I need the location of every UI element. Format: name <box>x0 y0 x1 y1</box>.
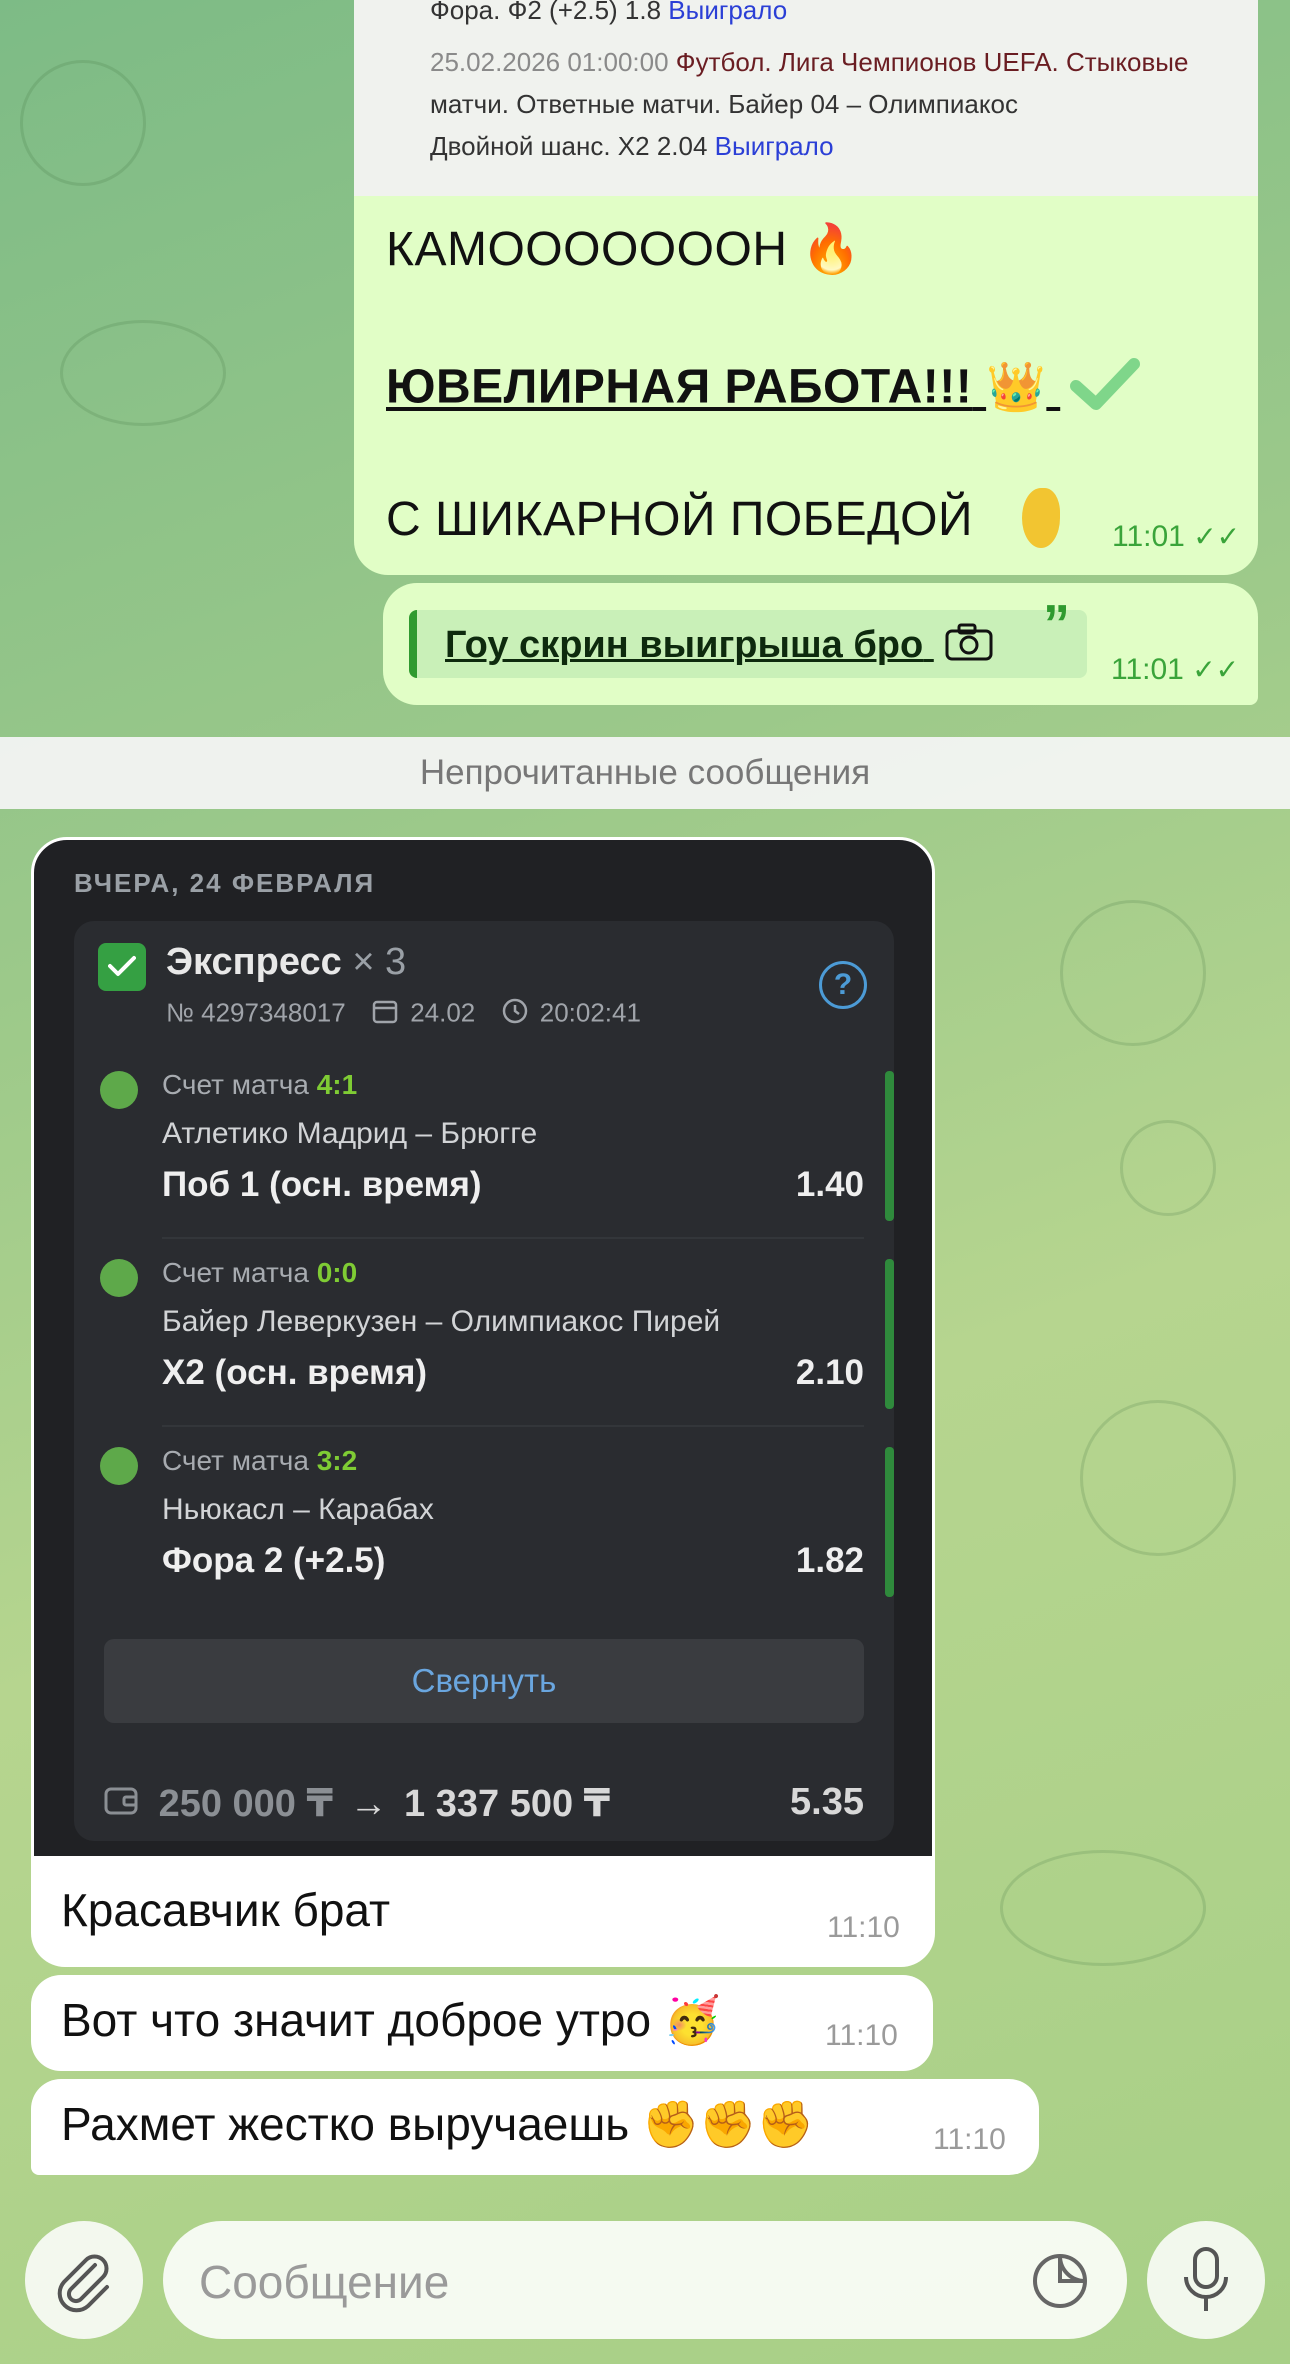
message-line-3: С ШИКАРНОЙ ПОБЕДОЙ <box>386 493 974 546</box>
football-icon <box>100 1071 138 1109</box>
message-line-2[interactable]: ЮВЕЛИРНАЯ РАБОТА!!! 👑 <box>386 356 1141 424</box>
wallpaper-doodle <box>1080 1400 1236 1556</box>
leg-pick: Поб 1 (осн. время) <box>162 1165 482 1204</box>
microphone-icon <box>1181 2245 1231 2320</box>
leg-score: 4:1 <box>316 1069 358 1100</box>
leg-odd: 1.82 <box>795 1541 864 1580</box>
bet-leg: Счет матча 3:2 Ньюкасл – Карабах Фора 2 … <box>74 1427 894 1615</box>
bet-status: Выиграло <box>668 0 788 25</box>
message-line-2-text: ЮВЕЛИРНАЯ РАБОТА!!! <box>386 360 973 414</box>
incoming-message-bubble[interactable]: Красавчик брат 11:10 <box>31 1859 935 1967</box>
leg-teams: Атлетико Мадрид – Брюгге <box>162 1117 538 1150</box>
wallpaper-doodle <box>1000 1850 1206 1966</box>
bet-pick: Фора. Ф2 (+2.5) 1.8 <box>430 0 662 25</box>
message-text: Рахмет жестко выручаешь ✊✊✊ <box>61 2098 814 2150</box>
express-bet-panel: Экспресс × 3 № 4297348017 24.02 20:02:41… <box>74 921 894 1841</box>
clock-icon <box>501 997 529 1032</box>
bet-time: 20:02:41 <box>539 997 641 1028</box>
bet-line-1: Фора. Ф2 (+2.5) 1.8 Выиграло <box>430 0 787 30</box>
payout-amount: 1 337 500 ₸ <box>404 1783 611 1825</box>
win-indicator-bar <box>885 1259 894 1409</box>
stake-amount: 250 000 ₸ <box>158 1783 333 1825</box>
checkmark-icon <box>1070 356 1141 424</box>
emoji-sticker <box>1022 488 1060 548</box>
help-icon[interactable]: ? <box>819 961 867 1009</box>
collapse-button[interactable]: Свернуть <box>104 1639 864 1723</box>
bet-meta: № 4297348017 24.02 20:02:41 <box>166 997 641 1032</box>
sticker-icon[interactable] <box>1031 2252 1089 2315</box>
quote-block[interactable]: Гоу скрин выигрыша бро <box>409 610 1087 678</box>
message-text: Красавчик брат <box>61 1884 391 1936</box>
incoming-message-bubble[interactable]: Вот что значит доброе утро 🥳 11:10 <box>31 1975 933 2071</box>
crown-emoji: 👑 <box>986 360 1047 414</box>
read-checkmarks-icon: ✓✓ <box>1193 521 1241 552</box>
message-time: 11:01 ✓✓ <box>1111 653 1240 686</box>
incoming-message-bubble[interactable]: Рахмет жестко выручаешь ✊✊✊ 11:10 <box>31 2079 1039 2175</box>
wallpaper-doodle <box>60 320 226 426</box>
leg-teams: Байер Леверкузен – Олимпиакос Пирей <box>162 1305 721 1338</box>
bet-line-4: Двойной шанс. Х2 2.04 Выиграло <box>430 126 834 166</box>
leg-pick: Х2 (осн. время) <box>162 1353 428 1392</box>
quote-text: Гоу скрин выигрыша бро <box>445 622 994 672</box>
bet-match: Футбол. Лига Чемпионов UEFA. Стыковые <box>675 47 1189 77</box>
leg-odd: 2.10 <box>795 1353 864 1392</box>
leg-pick: Фора 2 (+2.5) <box>162 1541 386 1580</box>
message-time: 11:10 <box>827 1911 900 1944</box>
outgoing-quote-bubble[interactable]: Гоу скрин выигрыша бро ” 11:01 ✓✓ <box>383 583 1258 705</box>
paperclip-icon <box>51 2247 117 2318</box>
calendar-icon <box>371 997 399 1032</box>
bet-match-cont: матчи. Ответные матчи. Байер 04 – Олимпи… <box>430 89 1018 119</box>
message-placeholder: Сообщение <box>199 2256 450 2308</box>
read-checkmarks-icon: ✓✓ <box>1192 654 1240 685</box>
win-indicator-bar <box>885 1071 894 1221</box>
camera-icon <box>944 622 994 672</box>
voice-record-button[interactable] <box>1147 2221 1265 2339</box>
message-line-1: КАМОООООООН 🔥 <box>386 223 862 276</box>
quote-mark-icon: ” <box>1043 594 1070 654</box>
bet-status: Выиграло <box>714 131 834 161</box>
card-date: ВЧЕРА, 24 ФЕВРАЛЯ <box>74 868 376 898</box>
football-icon <box>100 1259 138 1297</box>
leg-odd: 1.40 <box>795 1165 864 1204</box>
checkbox-checked-icon <box>98 943 146 991</box>
leg-teams: Ньюкасл – Карабах <box>162 1493 434 1526</box>
wallet-icon <box>104 1784 140 1827</box>
total-odd: 5.35 <box>790 1781 864 1823</box>
wallpaper-doodle <box>20 60 146 186</box>
message-time: 11:10 <box>933 2123 1006 2156</box>
leg-score: 3:2 <box>316 1445 358 1476</box>
message-time: 11:01 ✓✓ <box>1112 520 1241 553</box>
message-time: 11:10 <box>825 2019 898 2052</box>
bet-leg: Счет матча 0:0 Байер Леверкузен – Олимпи… <box>74 1239 894 1427</box>
bet-date: 24.02 <box>410 997 476 1028</box>
message-input[interactable]: Сообщение <box>163 2221 1127 2339</box>
message-text: Вот что значит доброе утро 🥳 <box>61 1994 722 2046</box>
bet-leg: Счет матча 4:1 Атлетико Мадрид – Брюгге … <box>74 1051 894 1239</box>
express-title: Экспресс × 3 <box>166 941 407 983</box>
unread-messages-separator: Непрочитанные сообщения <box>0 737 1290 809</box>
stake-summary: 250 000 ₸ → 1 337 500 ₸ <box>104 1781 610 1827</box>
bet-datetime: 25.02.2026 01:00:00 <box>430 47 669 77</box>
bet-number: № 4297348017 <box>166 997 346 1028</box>
wallpaper-doodle <box>1120 1120 1216 1216</box>
arrow-icon: → <box>349 1783 388 1825</box>
bet-slip-card[interactable]: ВЧЕРА, 24 ФЕВРАЛЯ Экспресс × 3 № 4297348… <box>31 837 935 1859</box>
bet-pick: Двойной шанс. Х2 2.04 <box>430 131 708 161</box>
express-multiplier: × 3 <box>352 941 407 983</box>
attach-button[interactable] <box>25 2221 143 2339</box>
win-indicator-bar <box>885 1447 894 1597</box>
bet-line-2: 25.02.2026 01:00:00 Футбол. Лига Чемпион… <box>430 42 1188 82</box>
outgoing-message-bubble[interactable]: Фора. Ф2 (+2.5) 1.8 Выиграло 25.02.2026 … <box>354 0 1258 575</box>
wallpaper-doodle <box>1060 900 1206 1046</box>
forwarded-bet-info: Фора. Ф2 (+2.5) 1.8 Выиграло 25.02.2026 … <box>354 0 1258 196</box>
football-icon <box>100 1447 138 1485</box>
leg-score: 0:0 <box>316 1257 358 1288</box>
